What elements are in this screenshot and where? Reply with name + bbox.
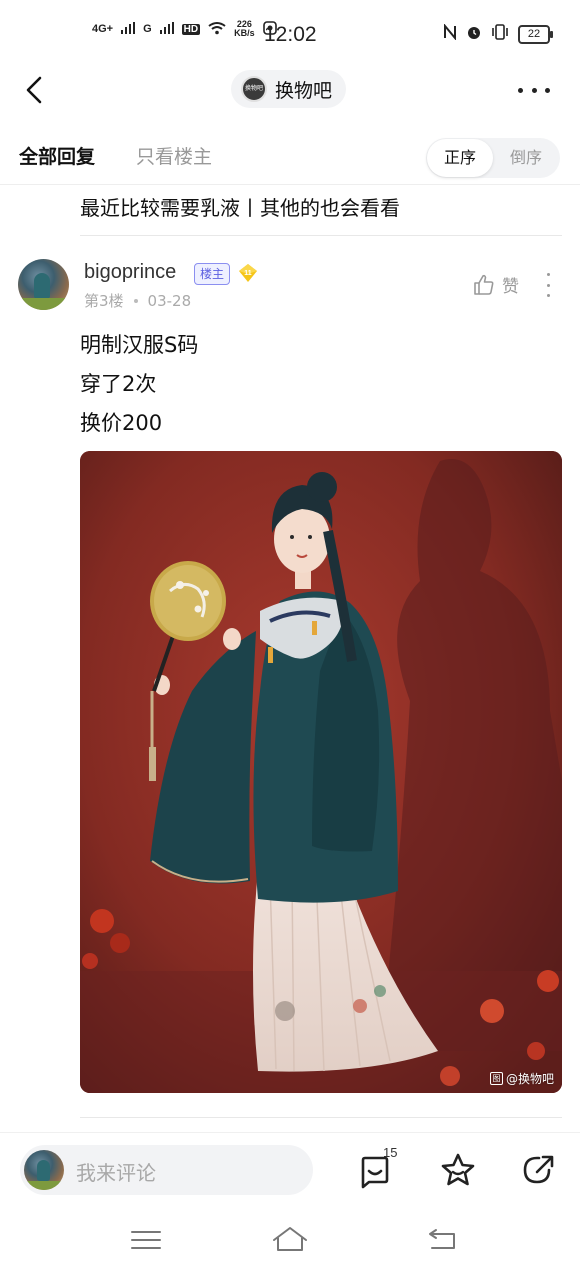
image-watermark: 图 @换物吧 bbox=[489, 1070, 554, 1087]
home-icon bbox=[273, 1227, 307, 1251]
level-number: 11 bbox=[244, 270, 252, 277]
reply-date: 03-28 bbox=[147, 291, 192, 310]
more-dot bbox=[545, 87, 550, 93]
wifi-icon bbox=[208, 21, 226, 38]
network-g-indicator: G bbox=[143, 23, 152, 35]
comment-bar: 我来评论 bbox=[0, 1132, 580, 1207]
signal-2-icon bbox=[159, 21, 174, 37]
floor-number: 第3楼 bbox=[84, 292, 124, 310]
avatar[interactable] bbox=[18, 259, 69, 310]
more-dot bbox=[546, 273, 550, 276]
more-dot bbox=[531, 87, 537, 93]
previous-reply-text: 最近比较需要乳液丨其他的也会看看 bbox=[80, 196, 400, 220]
back-arrow-icon bbox=[429, 1229, 455, 1249]
forum-name: 换物吧 bbox=[275, 79, 333, 102]
reply-more-button[interactable] bbox=[544, 273, 552, 297]
divider bbox=[80, 235, 562, 236]
nfc-icon bbox=[443, 23, 457, 45]
chevron-left-icon bbox=[26, 76, 42, 104]
status-right: 22 bbox=[443, 23, 553, 45]
divider bbox=[80, 1117, 562, 1118]
level-badge: 11 bbox=[238, 263, 258, 283]
watermark-icon: 图 bbox=[489, 1072, 503, 1085]
more-dot bbox=[518, 87, 523, 93]
avatar bbox=[24, 1150, 64, 1190]
sort-toggle: 正序 倒序 bbox=[426, 138, 560, 178]
hanfu-photo bbox=[80, 451, 562, 1093]
tab-all-replies[interactable]: 全部回复 bbox=[19, 142, 95, 169]
like-button[interactable]: 赞 bbox=[472, 272, 519, 297]
reply-line: 明制汉服S码 bbox=[80, 333, 199, 357]
reply-filter-bar: 全部回复 只看楼主 正序 倒序 bbox=[0, 132, 580, 185]
reply-line: 穿了2次 bbox=[80, 372, 157, 396]
alarm-icon bbox=[466, 24, 482, 45]
more-dot bbox=[546, 294, 550, 297]
thread-page: 4G+ G HD 226 KB/s 12:02 22 换物吧 换物吧 全部回复 … bbox=[0, 0, 580, 1276]
reply-content: 明制汉服S码 穿了2次 换价200 bbox=[80, 326, 198, 443]
thread-header: 换物吧 换物吧 bbox=[0, 62, 580, 118]
more-options-button[interactable] bbox=[518, 78, 550, 102]
post-image[interactable]: 图 @换物吧 bbox=[80, 451, 562, 1093]
comment-input[interactable]: 我来评论 bbox=[20, 1145, 313, 1195]
more-dot bbox=[546, 283, 550, 287]
share-button[interactable] bbox=[519, 1150, 559, 1190]
network-speed-unit: KB/s bbox=[234, 28, 255, 38]
reply-meta: 第3楼 03-28 bbox=[84, 290, 191, 311]
back-button[interactable] bbox=[20, 72, 52, 108]
level-diamond-icon: 11 bbox=[239, 264, 257, 282]
reply-line: 换价200 bbox=[80, 411, 163, 435]
sort-ascending-button[interactable]: 正序 bbox=[427, 139, 493, 177]
status-bar: 4G+ G HD 226 KB/s 12:02 22 bbox=[0, 0, 580, 70]
star-icon bbox=[441, 1153, 475, 1186]
share-icon bbox=[523, 1155, 554, 1184]
op-badge: 楼主 bbox=[194, 263, 231, 285]
favorite-button[interactable] bbox=[438, 1150, 478, 1190]
nav-back-button[interactable] bbox=[422, 1224, 462, 1256]
forum-link[interactable]: 换物吧 换物吧 bbox=[231, 70, 347, 108]
hd-badge: HD bbox=[181, 23, 201, 35]
reply-username[interactable]: bigoprince bbox=[84, 261, 176, 284]
meta-separator bbox=[133, 298, 138, 303]
system-nav-bar bbox=[0, 1208, 580, 1276]
comment-placeholder: 我来评论 bbox=[76, 1161, 156, 1185]
forum-logo: 换物吧 bbox=[241, 76, 267, 102]
tab-op-only[interactable]: 只看楼主 bbox=[136, 142, 212, 169]
battery-indicator: 22 bbox=[518, 25, 553, 44]
nav-home-button[interactable] bbox=[270, 1224, 310, 1256]
clock: 12:02 bbox=[264, 23, 317, 46]
nav-menu-button[interactable] bbox=[126, 1224, 166, 1256]
network-speed: 226 KB/s bbox=[234, 20, 255, 38]
status-left: 4G+ G HD 226 KB/s bbox=[92, 20, 277, 38]
thumbs-up-icon bbox=[474, 274, 494, 295]
menu-icon bbox=[131, 1231, 161, 1249]
watermark-text: @换物吧 bbox=[505, 1072, 554, 1086]
sort-descending-button[interactable]: 倒序 bbox=[494, 139, 558, 177]
like-label: 赞 bbox=[502, 277, 519, 297]
vibrate-icon bbox=[491, 24, 509, 45]
network-4g-indicator: 4G+ bbox=[92, 23, 114, 35]
signal-icon bbox=[121, 21, 136, 37]
comment-count-badge: 15 bbox=[383, 1145, 398, 1160]
